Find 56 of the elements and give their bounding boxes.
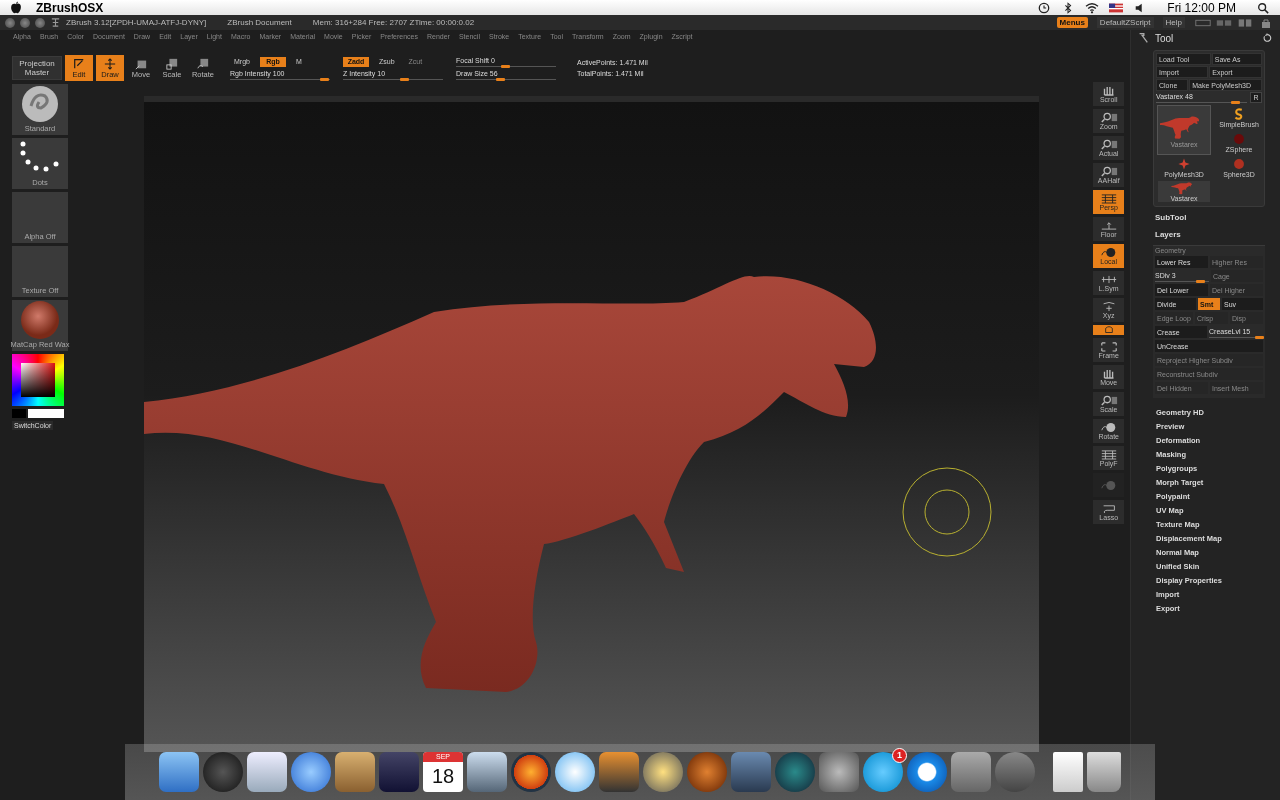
material-sphere-icon bbox=[21, 301, 59, 339]
floor-icon bbox=[1099, 220, 1118, 231]
view-button[interactable] bbox=[1093, 325, 1125, 335]
slider-thumb[interactable] bbox=[496, 78, 505, 81]
swirl-sphere-icon bbox=[22, 86, 58, 122]
title-bar-button[interactable]: DefaultZScript bbox=[1096, 17, 1154, 28]
cube-icon bbox=[166, 57, 178, 70]
magnifier-icon bbox=[1099, 139, 1118, 150]
panel-title: Tool bbox=[1155, 32, 1174, 44]
minimize-button[interactable] bbox=[20, 17, 30, 28]
dots-icon bbox=[20, 141, 59, 172]
cube-icon bbox=[197, 57, 209, 70]
color-picker[interactable] bbox=[12, 354, 64, 406]
color-swatch[interactable] bbox=[12, 409, 26, 418]
title-bar-button[interactable]: Menus bbox=[1056, 17, 1088, 28]
ring-logo-icon[interactable] bbox=[907, 752, 947, 792]
sphere-icon bbox=[1099, 247, 1118, 258]
wifi-icon[interactable] bbox=[1085, 1, 1100, 14]
section-header[interactable]: Layers bbox=[1155, 230, 1280, 239]
title-bar-button[interactable]: Help bbox=[1162, 17, 1185, 28]
slider-thumb[interactable] bbox=[400, 77, 409, 81]
app-name[interactable]: ZBrushOSX bbox=[36, 0, 104, 15]
color-swatch[interactable] bbox=[28, 409, 64, 418]
slider-thumb[interactable] bbox=[1255, 335, 1265, 339]
close-button[interactable] bbox=[5, 17, 15, 28]
frame-icon bbox=[1099, 341, 1118, 352]
slider-thumb[interactable] bbox=[501, 65, 510, 68]
edit-icon bbox=[73, 57, 85, 70]
version-label: ZBrush 3.12[ZPDH-UMAJ-ATFJ-DYNY] bbox=[66, 18, 207, 27]
sphere-icon bbox=[1099, 422, 1118, 433]
sphere-icon bbox=[1099, 479, 1118, 491]
magnifier-icon bbox=[1099, 112, 1118, 123]
projection-master-button[interactable]: Projection Master bbox=[12, 56, 62, 80]
clock[interactable]: Fri 12:00 PM bbox=[1167, 0, 1236, 15]
crosshair-icon bbox=[104, 57, 116, 70]
search-icon[interactable] bbox=[1256, 1, 1270, 14]
apple-logo-icon[interactable] bbox=[10, 1, 22, 14]
trash-icon[interactable] bbox=[1087, 752, 1121, 792]
layout-icon[interactable] bbox=[1215, 17, 1233, 28]
section-header[interactable]: SubTool bbox=[1155, 213, 1280, 222]
slider-thumb[interactable] bbox=[1231, 101, 1241, 104]
flag-icon[interactable] bbox=[1109, 1, 1124, 14]
slider-thumb[interactable] bbox=[320, 77, 329, 81]
sphere-icon bbox=[1232, 132, 1246, 147]
layout-icon[interactable] bbox=[1194, 17, 1212, 28]
memory-stats: Mem: 316+284 Free: 2707 ZTime: 00:00:0.02 bbox=[312, 18, 475, 27]
sphere-icon bbox=[1232, 157, 1246, 171]
slider-thumb[interactable] bbox=[1195, 279, 1205, 283]
symmetry-icon bbox=[1099, 274, 1118, 285]
document-title: ZBrush Document bbox=[227, 18, 292, 27]
hammer-icon bbox=[1137, 32, 1149, 44]
magnifier-icon bbox=[1099, 395, 1118, 406]
magnifier-icon bbox=[1099, 166, 1118, 177]
zoom-button[interactable] bbox=[35, 17, 45, 28]
history-clock-icon[interactable] bbox=[1037, 1, 1052, 14]
reset-icon[interactable] bbox=[1262, 33, 1272, 43]
